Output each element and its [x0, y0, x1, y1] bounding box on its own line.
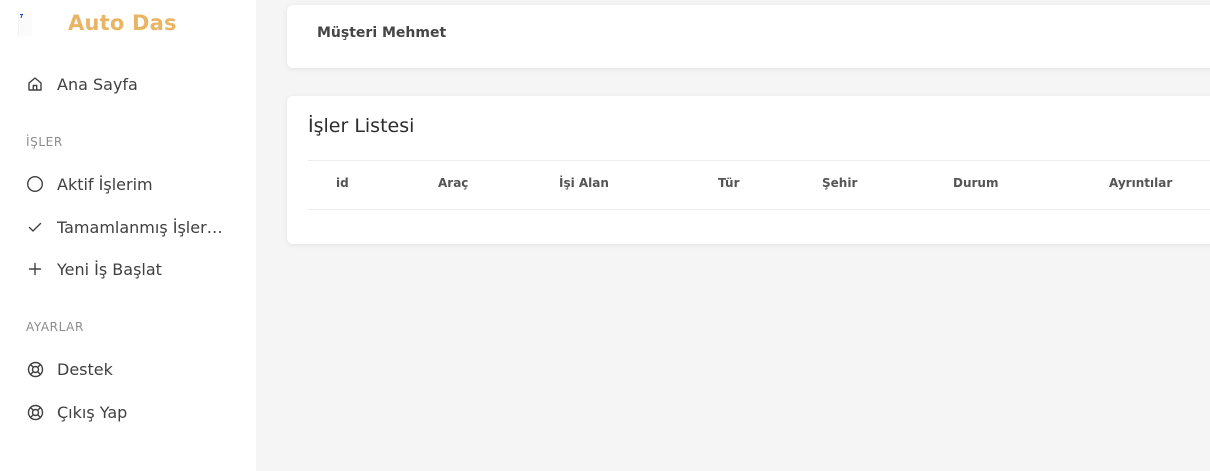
column-header-assignee[interactable]: İşi Alan [559, 176, 609, 190]
nav-label-active-jobs: Aktif İşlerim [57, 174, 153, 194]
nav-label-completed-jobs: Tamamlanmış İşleri… [57, 217, 225, 237]
nav-label-logout: Çıkış Yap [57, 402, 128, 422]
column-header-vehicle[interactable]: Araç [438, 176, 468, 190]
jobs-title: İşler Listesi [308, 115, 415, 137]
nav-item-support[interactable]: Destek [26, 357, 236, 381]
sidebar: Auto Das Ana Sayfa İŞLER Aktif İşlerim T… [0, 0, 256, 471]
brand-logo [18, 12, 32, 36]
check-icon [26, 218, 44, 236]
nav-item-completed-jobs[interactable]: Tamamlanmış İşleri… [26, 215, 236, 239]
brand-name: Auto Das [68, 11, 177, 35]
nav-label-support: Destek [57, 359, 113, 379]
plus-icon [26, 260, 44, 278]
jobs-card: İşler Listesi id Araç İşi Alan Tür Şehir… [287, 96, 1210, 244]
section-label-jobs: İŞLER [26, 135, 63, 149]
jobs-table: id Araç İşi Alan Tür Şehir Durum Ayrıntı… [308, 160, 1210, 210]
column-header-status[interactable]: Durum [953, 176, 998, 190]
lifebuoy-icon [26, 403, 44, 421]
nav-item-logout[interactable]: Çıkış Yap [26, 400, 236, 424]
nav-label-new-job: Yeni İş Başlat [57, 259, 162, 279]
user-card: Müşteri Mehmet [287, 5, 1210, 68]
column-header-city[interactable]: Şehir [822, 176, 857, 190]
column-header-type[interactable]: Tür [718, 176, 740, 190]
app-root: Auto Das Ana Sayfa İŞLER Aktif İşlerim T… [0, 0, 1210, 471]
brand[interactable]: Auto Das [18, 10, 248, 36]
nav-item-home[interactable]: Ana Sayfa [26, 72, 236, 96]
nav-item-active-jobs[interactable]: Aktif İşlerim [26, 172, 236, 196]
nav-label-home: Ana Sayfa [57, 74, 138, 94]
column-header-id[interactable]: id [336, 176, 349, 190]
user-name: Müşteri Mehmet [317, 25, 447, 41]
column-header-details[interactable]: Ayrıntılar [1109, 176, 1172, 190]
circle-icon [26, 175, 44, 193]
home-icon [26, 75, 44, 93]
nav-item-new-job[interactable]: Yeni İş Başlat [26, 257, 236, 281]
section-label-settings: AYARLAR [26, 320, 84, 334]
lifebuoy-icon [26, 360, 44, 378]
